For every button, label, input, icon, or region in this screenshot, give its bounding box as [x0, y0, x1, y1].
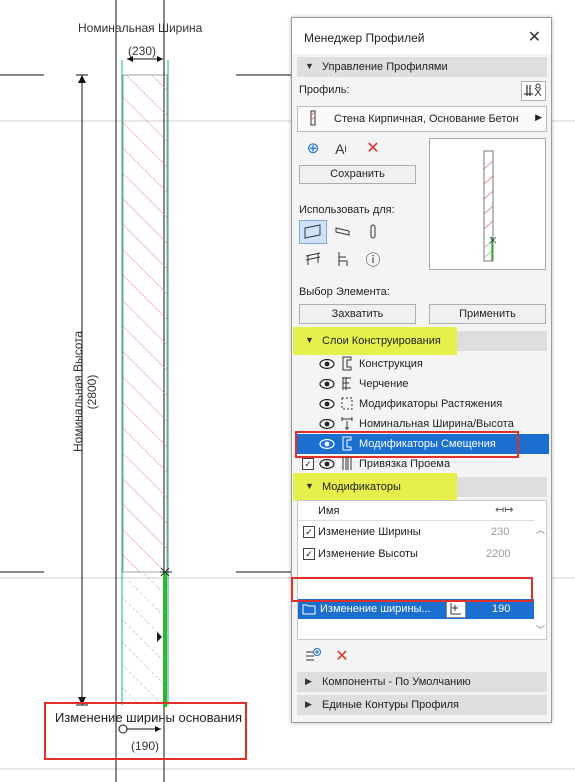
- modifier-name: Изменение Ширины: [318, 526, 421, 538]
- scroll-up-icon[interactable]: ︿: [536, 523, 545, 536]
- modifier-name: Изменение ширины...: [320, 603, 431, 615]
- modifier-value: 230: [491, 526, 510, 538]
- modifier-type-button[interactable]: [446, 600, 466, 618]
- modifier-row[interactable]: ✓ Изменение Ширины 230: [298, 522, 534, 542]
- add-dimension-icon: [450, 603, 461, 615]
- nominal-width-value: (230): [128, 44, 157, 58]
- expand-icon: ▶: [305, 676, 312, 686]
- eye-icon[interactable]: [319, 378, 335, 390]
- panel-title: Менеджер Профилей: [304, 31, 425, 45]
- layer-checkbox[interactable]: ✓: [302, 458, 314, 470]
- element-select-label: Выбор Элемента:: [299, 286, 390, 298]
- base-width-annotation-box: [44, 702, 247, 760]
- nominal-height-value: (2800): [85, 374, 99, 410]
- section-label: Модификаторы: [322, 481, 401, 493]
- section-components[interactable]: ▶ Компоненты - По Умолчанию: [297, 672, 547, 692]
- layer-row[interactable]: Модификаторы Растяжения: [297, 394, 549, 414]
- profile-dropdown[interactable]: Стена Кирпичная, Основание Бетон ▶: [297, 106, 547, 132]
- profile-manager-panel: Менеджер Профилей ✕ ▼ Управление Профиля…: [291, 17, 552, 723]
- opening-icon: [342, 457, 352, 470]
- new-profile-icon[interactable]: ⊕: [304, 139, 322, 157]
- modifier-row[interactable]: ✓ Изменение Высоты 2200: [298, 544, 534, 564]
- profile-preview-image: [483, 150, 497, 262]
- apply-button[interactable]: Применить: [429, 304, 546, 324]
- column-header-name: Имя: [318, 505, 340, 517]
- close-icon[interactable]: ✕: [528, 27, 541, 47]
- profile-label: Профиль:: [299, 84, 350, 96]
- chair-tool-icon[interactable]: [334, 250, 352, 268]
- eye-icon[interactable]: [319, 358, 335, 370]
- nominal-icon: [341, 417, 353, 430]
- profile-preview: [429, 138, 546, 270]
- delete-modifier-icon[interactable]: ✕: [333, 647, 351, 665]
- eye-icon[interactable]: [319, 418, 335, 430]
- info-icon[interactable]: ⓘ: [364, 250, 382, 269]
- section-modifiers[interactable]: ▼ Модификаторы: [293, 473, 547, 501]
- column-tool-icon[interactable]: [364, 223, 382, 241]
- modifier-checkbox[interactable]: ✓: [303, 548, 315, 560]
- modifier-row-selected[interactable]: Изменение ширины... 190: [298, 599, 534, 619]
- section-label: Компоненты - По Умолчанию: [322, 676, 471, 688]
- wall-tool-icon: [304, 224, 321, 239]
- profile-settings-button[interactable]: [521, 81, 546, 101]
- drafting-icon: [342, 377, 351, 390]
- layer-row[interactable]: Конструкция: [297, 354, 549, 374]
- section-profile-management[interactable]: ▼ Управление Профилями: [297, 57, 547, 77]
- construction-icon: [342, 356, 352, 371]
- collapse-icon: ▼: [305, 481, 314, 491]
- layer-label: Черчение: [359, 378, 409, 390]
- expand-icon: ▶: [305, 699, 312, 709]
- stretch-icon: [341, 397, 353, 410]
- delete-icon[interactable]: ✕: [364, 139, 382, 157]
- folder-icon: [302, 604, 316, 615]
- layer-label: Привязка Проема: [359, 458, 451, 470]
- layer-label: Конструкция: [359, 358, 423, 370]
- chevron-right-icon: ▶: [535, 112, 542, 122]
- scroll-down-icon[interactable]: ﹀: [536, 623, 545, 636]
- section-label: Слои Конструирования: [322, 335, 441, 347]
- add-modifier-icon[interactable]: [304, 647, 322, 665]
- section-unified-contours[interactable]: ▶ Единые Контуры Профиля: [297, 695, 547, 715]
- settings-sliders-icon: [524, 83, 542, 97]
- modifier-name: Изменение Высоты: [318, 548, 418, 560]
- beam-tool-icon[interactable]: [334, 223, 352, 241]
- eye-icon[interactable]: [319, 398, 335, 410]
- layer-label: Номинальная Ширина/Высота: [359, 418, 514, 430]
- layer-label: Модификаторы Растяжения: [359, 398, 503, 410]
- use-for-wall-button[interactable]: [299, 220, 327, 244]
- layer-row[interactable]: ✓ Привязка Проема: [297, 454, 549, 474]
- nominal-width-label: Номинальная Ширина: [78, 21, 203, 35]
- collapse-icon: ▼: [305, 61, 314, 71]
- profile-dropdown-value: Стена Кирпичная, Основание Бетон: [334, 113, 519, 125]
- use-for-label: Использовать для:: [299, 204, 395, 216]
- modifier-value: 2200: [486, 548, 511, 560]
- save-button[interactable]: Сохранить: [299, 165, 416, 184]
- section-label: Единые Контуры Профиля: [322, 699, 459, 711]
- layer-row[interactable]: Черчение: [297, 374, 549, 394]
- modifiers-list: Имя ↤↦ ✓ Изменение Ширины 230 ✓ Изменени…: [297, 500, 547, 640]
- eye-icon[interactable]: [319, 458, 335, 470]
- rename-icon[interactable]: AI: [332, 140, 350, 158]
- wall-profile-icon: [310, 110, 316, 126]
- section-construction-layers[interactable]: ▼ Слои Конструирования: [293, 327, 547, 355]
- selected-modifier-annotation-box: [291, 577, 533, 602]
- capture-button[interactable]: Захватить: [299, 304, 416, 324]
- section-label: Управление Профилями: [322, 61, 448, 73]
- collapse-icon: ▼: [305, 335, 314, 345]
- modifier-checkbox[interactable]: ✓: [303, 526, 315, 538]
- list-scrollbar[interactable]: ︿ ﹀: [535, 523, 546, 639]
- nominal-height-label: Номинальная Высота: [71, 330, 85, 452]
- header-divider: [298, 520, 534, 521]
- width-column-icon: ↤↦: [495, 504, 514, 516]
- panel-titlebar: Менеджер Профилей ✕: [292, 18, 551, 54]
- railing-tool-icon[interactable]: [304, 250, 322, 268]
- modifier-value: 190: [492, 603, 511, 615]
